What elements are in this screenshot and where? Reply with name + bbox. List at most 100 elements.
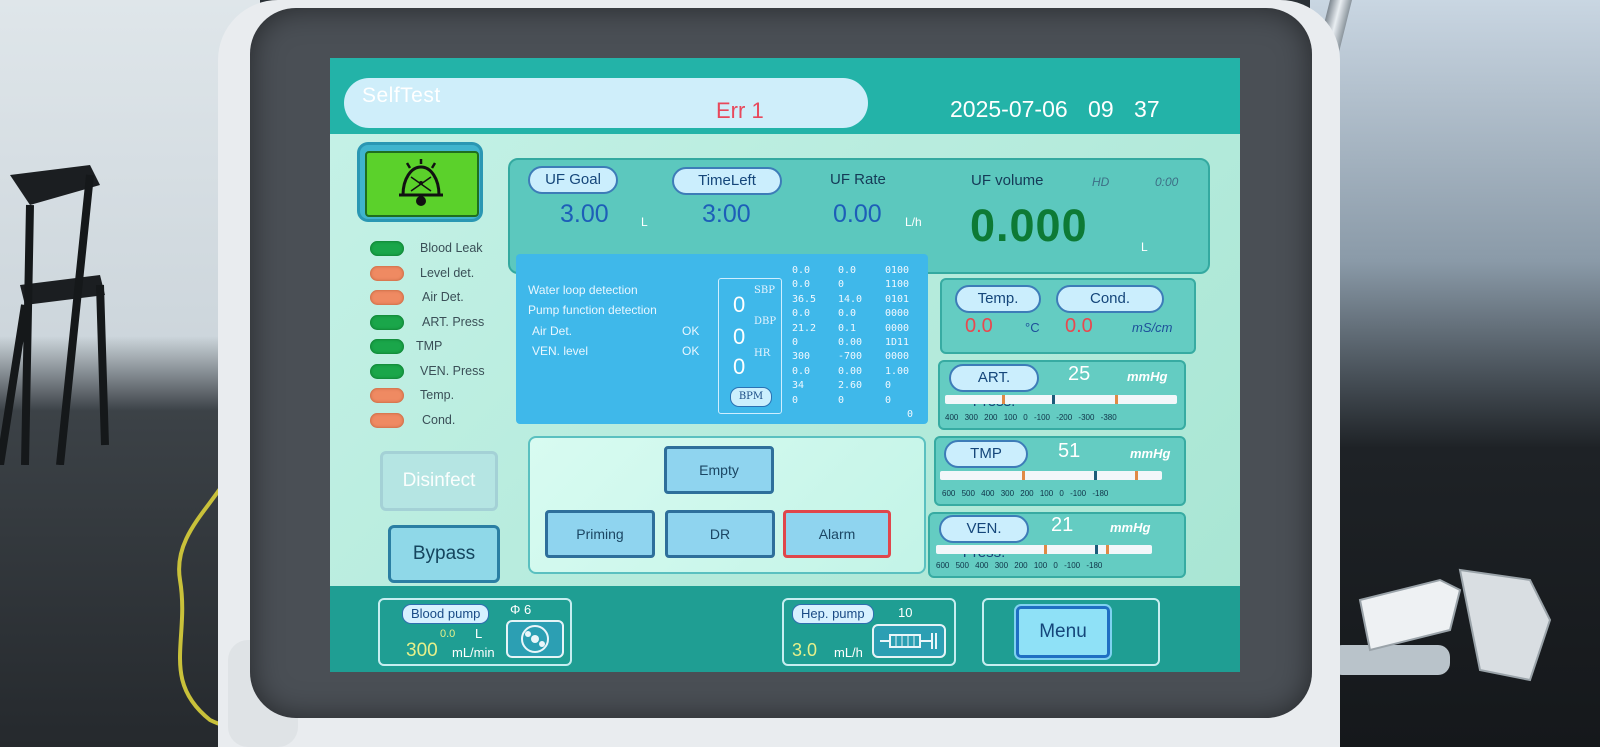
status-led [370,314,404,330]
bypass-button[interactable]: Bypass [388,525,500,583]
art-press-scale [945,395,1177,404]
uf-goal-unit: L [641,215,648,229]
priming-button[interactable]: Priming [545,510,655,558]
grid-cell: 14.0 [838,293,863,305]
hr-label: HR [754,348,771,359]
temp-button[interactable]: Temp. [955,285,1041,313]
error-indicator[interactable]: Err 1 [716,98,764,124]
top-bar: SelfTest Err 1 2025-07-06 09 37 [330,58,1240,134]
menu-button[interactable]: Menu [1016,606,1110,658]
ven-press-upper-limit [1106,545,1109,554]
dr-button[interactable]: DR [665,510,775,558]
tmp-lower-limit [1022,471,1025,480]
hr-value: 0 [733,354,746,379]
blood-volume-unit: L [475,626,483,641]
sbp-label: SBP [754,285,775,296]
uf-rate-label: UF Rate [830,171,886,188]
grid-cell: 0101 [885,293,910,305]
grid-cell: 36.5 [792,293,817,305]
art-press-lower-limit [1002,395,1005,404]
bpm-button[interactable]: BPM [730,387,772,407]
status-led-label: Blood Leak [420,241,483,255]
uf-volume-unit: L [1141,240,1148,254]
ven-press-current [1095,545,1098,554]
status-led [370,290,404,305]
tmp-current [1094,471,1097,480]
grid-cell: 0.0 [838,265,857,276]
uf-volume-label: UF volume [971,172,1044,189]
grid-cell: 0.0 [792,265,811,276]
time-left-button[interactable]: TimeLeft [672,167,782,195]
hep-pump-number: 10 [898,605,913,620]
mount-clamp [1330,568,1552,682]
uf-rate-value: 0.00 [833,200,882,228]
time-left-value: 3:00 [702,200,751,228]
status-led [370,241,404,256]
dialysis-screen: SelfTest Err 1 2025-07-06 09 37 Blood Le… [330,58,1240,672]
detection-status: OK [682,324,700,338]
cond-value: 0.0 [1065,315,1093,337]
grid-cell: 0.0 [792,279,811,291]
empty-button[interactable]: Empty [664,446,774,494]
status-led-label: Temp. [420,388,455,402]
grid-cell: 0000 [885,322,910,334]
chair [0,165,109,465]
grid-cell: 0000 [885,351,910,363]
detection-status: OK [682,344,700,358]
ven-press-button[interactable]: VEN. Press. [939,515,1029,561]
detection-label: Air Det. [532,324,573,338]
ven-press-ticks: 600 500 400 300 200 100 0 -100 -180 [936,561,1103,570]
grid-cell: 0000 [885,308,910,320]
hep-pump-label: Hep. pump [792,604,874,624]
grid-cell: 1D11 [885,337,910,348]
grid-cell: 0.0 [792,365,811,377]
grid-extra-cell: 0 [907,409,914,420]
detection-label: Pump function detection [528,303,657,317]
mode-label: HD [1092,175,1110,189]
tmp-button[interactable]: TMP [944,440,1028,468]
alarm-mute-button[interactable] [365,151,479,217]
blood-pump-icon[interactable] [506,620,564,658]
screen-title: SelfTest [362,84,441,107]
grid-cell: 0 [838,394,845,406]
minute: 37 [1134,96,1160,122]
hour: 09 [1088,96,1114,122]
detection-label: VEN. level [532,344,589,358]
alarm-bell-icon [399,159,443,206]
grid-cell: 0 [792,337,799,348]
pump-rotor-icon [521,625,549,653]
grid-cell: 0 [885,394,892,406]
uf-volume-value: 0.000 [970,200,1088,251]
grid-cell: 0.00 [838,337,863,348]
status-led-label: Level det. [420,265,475,280]
status-led [370,339,404,354]
ven-press-lower-limit [1044,545,1047,554]
syringe-button[interactable] [872,624,946,658]
art-press-value: 25 [1068,363,1091,385]
temp-unit: °C [1025,320,1040,335]
detection-label: Water loop detection [528,283,638,297]
grid-cell: 1100 [885,279,910,291]
cond-button[interactable]: Cond. [1056,285,1164,313]
dbp-label: DBP [754,316,777,327]
tmp-unit: mmHg [1130,446,1171,461]
uf-goal-button[interactable]: UF Goal [528,166,618,194]
temp-value: 0.0 [965,315,993,337]
disinfect-button[interactable]: Disinfect [380,451,498,511]
grid-cell: 0.0 [792,308,811,320]
blood-pump-rate-unit: mL/min [452,645,495,660]
alarm-button[interactable]: Alarm [783,510,891,558]
status-led-label: ART. Press [422,314,485,329]
hep-pump-rate: 3.0 [792,640,818,660]
blood-pump-rate: 300 [406,640,438,661]
grid-cell: 300 [792,351,811,363]
grid-cell: 1.00 [885,365,910,377]
grid-cell: 34 [792,380,805,392]
date-time: 2025-07-06 09 37 [950,96,1160,123]
status-led [370,388,404,403]
blood-pump-label: Blood pump [402,604,490,624]
grid-cell: 0 [838,279,845,291]
status-led [370,363,404,379]
art-press-button[interactable]: ART. Press. [949,364,1039,410]
status-led-label: VEN. Press [420,363,485,378]
